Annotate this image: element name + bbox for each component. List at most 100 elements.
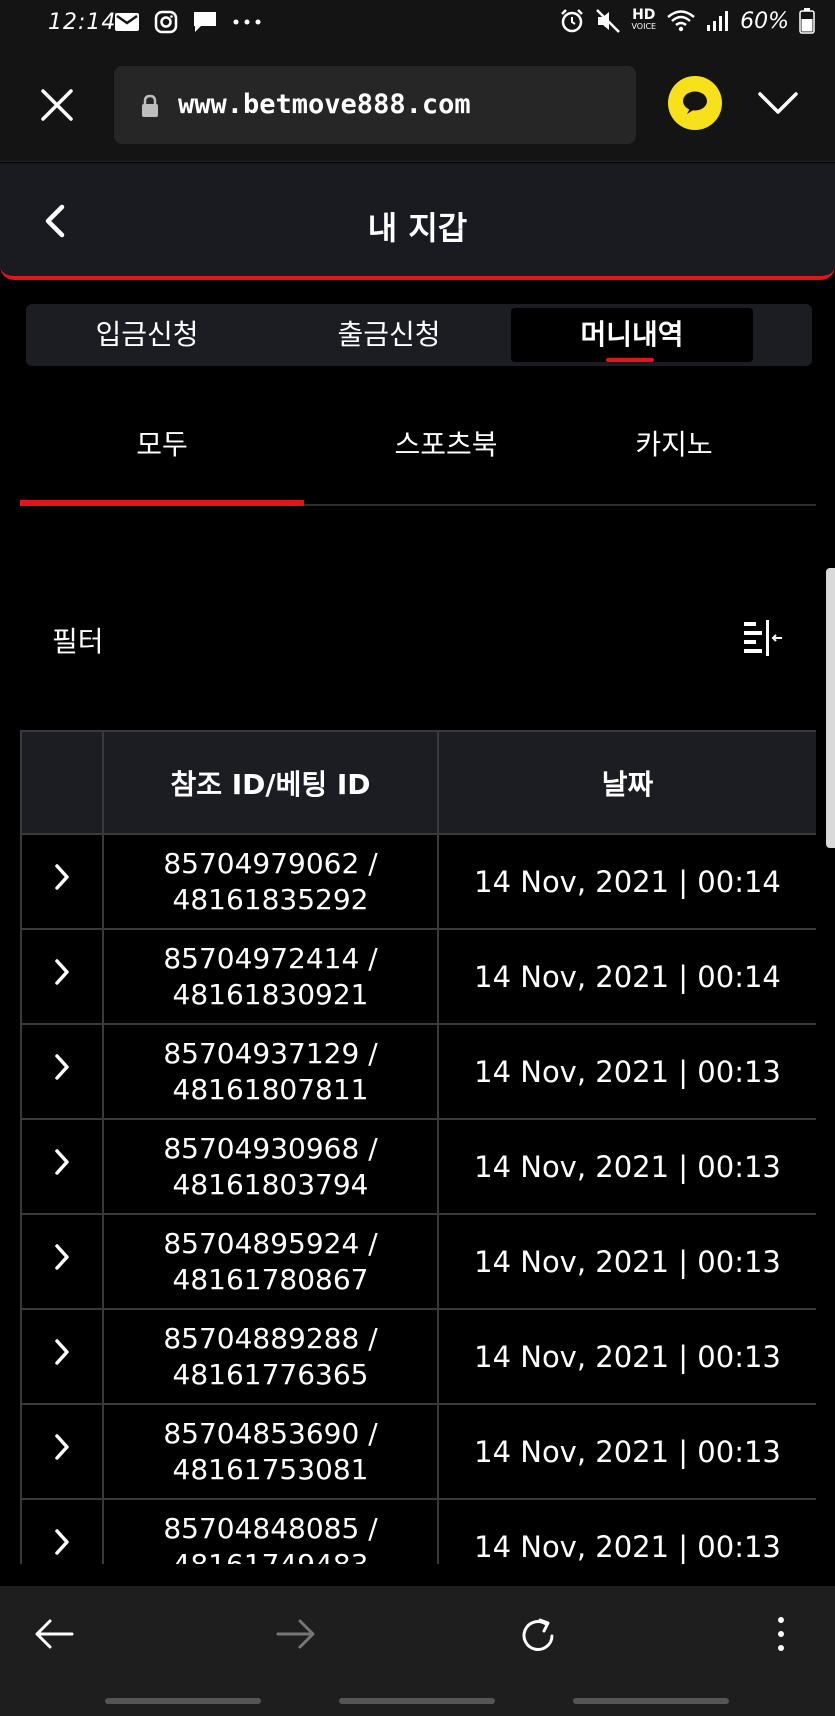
bet-id: 48161830921 — [172, 977, 369, 1011]
browser-bottom-bar — [0, 1586, 835, 1716]
column-header-ref-id: 참조 ID/베팅 ID — [102, 730, 439, 835]
table-row[interactable]: 85704853690 /48161753081 14 Nov, 2021 | 0… — [20, 1403, 816, 1500]
tab-money-history[interactable]: 머니내역 — [511, 308, 753, 362]
system-icons: HD VOICE 60% — [559, 8, 815, 34]
instagram-icon — [154, 10, 178, 34]
chevron-right-icon[interactable] — [53, 958, 71, 986]
ref-id: 85704972414 / — [163, 941, 378, 975]
url-text: www.betmove888.com — [178, 89, 471, 120]
ref-id-cell: 85704848085 / 48161749483 — [102, 1498, 439, 1565]
ref-id: 85704930968 / — [163, 1131, 378, 1165]
status-time: 12:14 — [48, 10, 117, 35]
history-table: 참조 ID/베팅 ID 날짜 85704979062 /48161835292 1… — [20, 730, 816, 1564]
ref-id: 85704848085 / — [163, 1511, 378, 1545]
column-header-expand — [20, 730, 104, 835]
alarm-icon — [561, 9, 584, 33]
table-row[interactable]: 85704930968 /48161803794 14 Nov, 2021 | 0… — [20, 1118, 816, 1215]
bet-id: 48161753081 — [172, 1452, 369, 1486]
bet-id: 48161749483 — [172, 1547, 369, 1565]
date-cell: 14 Nov, 2021 | 00:13 — [437, 1498, 816, 1564]
table-row[interactable]: 85704972414 /48161830921 14 Nov, 2021 | 0… — [20, 928, 816, 1025]
message-icon — [194, 12, 216, 32]
ref-id: 85704895924 / — [163, 1226, 378, 1260]
table-row[interactable]: 85704979062 /48161835292 14 Nov, 2021 | 0… — [20, 833, 816, 930]
ref-id-cell: 85704853690 /48161753081 — [102, 1403, 439, 1500]
chevron-right-icon[interactable] — [53, 1053, 71, 1081]
table-row[interactable]: 85704895924 /48161780867 14 Nov, 2021 | 0… — [20, 1213, 816, 1310]
more-notifications-icon — [233, 19, 261, 25]
ref-id: 85704889288 / — [163, 1321, 378, 1355]
tab-casino[interactable]: 카지노 — [532, 410, 816, 506]
bet-id: 48161780867 — [172, 1262, 369, 1296]
back-arrow-icon[interactable] — [32, 1614, 76, 1654]
ref-id-cell: 85704895924 /48161780867 — [102, 1213, 439, 1310]
close-icon[interactable] — [40, 88, 74, 122]
ref-id-cell: 85704937129 /48161807811 — [102, 1023, 439, 1120]
date-cell: 14 Nov, 2021 | 00:14 — [437, 928, 816, 1025]
ref-id: 85704853690 / — [163, 1416, 378, 1450]
ref-id-cell: 85704979062 /48161835292 — [102, 833, 439, 930]
chevron-right-icon[interactable] — [53, 1338, 71, 1366]
date-cell: 14 Nov, 2021 | 00:14 — [437, 833, 816, 930]
tab-deposit-request[interactable]: 입금신청 — [26, 308, 268, 362]
chevron-right-icon[interactable] — [53, 1148, 71, 1176]
page-title: 내 지갑 — [367, 209, 468, 247]
date-cell: 14 Nov, 2021 | 00:13 — [437, 1023, 816, 1120]
chat-bubble-icon — [683, 91, 707, 114]
filter-label: 필터 — [52, 625, 104, 658]
date-cell: 14 Nov, 2021 | 00:13 — [437, 1213, 816, 1310]
filter-toggle-icon[interactable] — [742, 618, 784, 658]
status-bar: 12:14 HD VOICE 60% — [0, 0, 835, 50]
date-cell: 14 Nov, 2021 | 00:13 — [437, 1308, 816, 1405]
table-header-row: 참조 ID/베팅 ID 날짜 — [20, 730, 816, 835]
ref-id-cell: 85704930968 /48161803794 — [102, 1118, 439, 1215]
expand-cell[interactable] — [20, 1023, 104, 1120]
mute-icon — [596, 9, 621, 33]
notification-icons — [114, 10, 262, 34]
bet-id: 48161803794 — [172, 1167, 369, 1201]
chevron-right-icon[interactable] — [53, 1243, 71, 1271]
expand-cell[interactable] — [20, 928, 104, 1025]
expand-cell[interactable] — [20, 1308, 104, 1405]
page-scrollbar[interactable] — [826, 568, 835, 848]
column-header-date: 날짜 — [437, 730, 816, 835]
address-bar[interactable]: www.betmove888.com — [114, 66, 636, 144]
ref-id-cell: 85704889288 /48161776365 — [102, 1308, 439, 1405]
mail-icon — [115, 13, 139, 31]
expand-cell[interactable] — [20, 1213, 104, 1310]
expand-cell[interactable] — [20, 1403, 104, 1500]
chevron-right-icon[interactable] — [53, 863, 71, 891]
expand-cell[interactable] — [20, 1118, 104, 1215]
chevron-right-icon[interactable] — [53, 1528, 71, 1556]
date-cell: 14 Nov, 2021 | 00:13 — [437, 1403, 816, 1500]
active-tab-indicator — [606, 358, 654, 362]
expand-cell[interactable] — [20, 833, 104, 930]
date-cell: 14 Nov, 2021 | 00:13 — [437, 1118, 816, 1215]
ref-id: 85704937129 / — [163, 1036, 378, 1070]
table-body: 85704979062 /48161835292 14 Nov, 2021 | 0… — [20, 833, 816, 1565]
category-tabs: 모두 스포츠북 카지노 — [20, 410, 816, 506]
chevron-right-icon[interactable] — [53, 1433, 71, 1461]
table-row[interactable]: 85704889288 /48161776365 14 Nov, 2021 | 0… — [20, 1308, 816, 1405]
tab-all[interactable]: 모두 — [20, 410, 304, 506]
nav-gesture-bar-left — [105, 1698, 261, 1704]
forward-arrow-icon[interactable] — [274, 1614, 318, 1654]
ref-id: 85704979062 / — [163, 846, 378, 880]
history-table-grid: 참조 ID/베팅 ID 날짜 85704979062 /48161835292 1… — [20, 730, 816, 1564]
expand-cell[interactable] — [20, 1498, 104, 1564]
battery-percent: 60% — [740, 8, 789, 34]
table-row[interactable]: 85704848085 / 48161749483 14 Nov, 2021 | 0… — [20, 1498, 816, 1565]
bet-id: 48161807811 — [172, 1072, 369, 1106]
signal-icon — [707, 11, 729, 31]
table-row[interactable]: 85704937129 /48161807811 14 Nov, 2021 | 0… — [20, 1023, 816, 1120]
chevron-down-icon[interactable] — [757, 90, 799, 116]
wallet-tabs: 입금신청 출금신청 머니내역 — [26, 304, 812, 366]
hd-voice-badge: HD VOICE — [631, 7, 657, 31]
wifi-icon — [667, 10, 695, 32]
kakaotalk-button[interactable] — [668, 76, 722, 130]
more-menu-icon[interactable] — [774, 1614, 788, 1654]
lock-icon — [142, 94, 158, 117]
bet-id: 48161835292 — [172, 882, 369, 916]
refresh-icon[interactable] — [516, 1614, 560, 1658]
tab-withdraw-request[interactable]: 출금신청 — [268, 308, 510, 362]
